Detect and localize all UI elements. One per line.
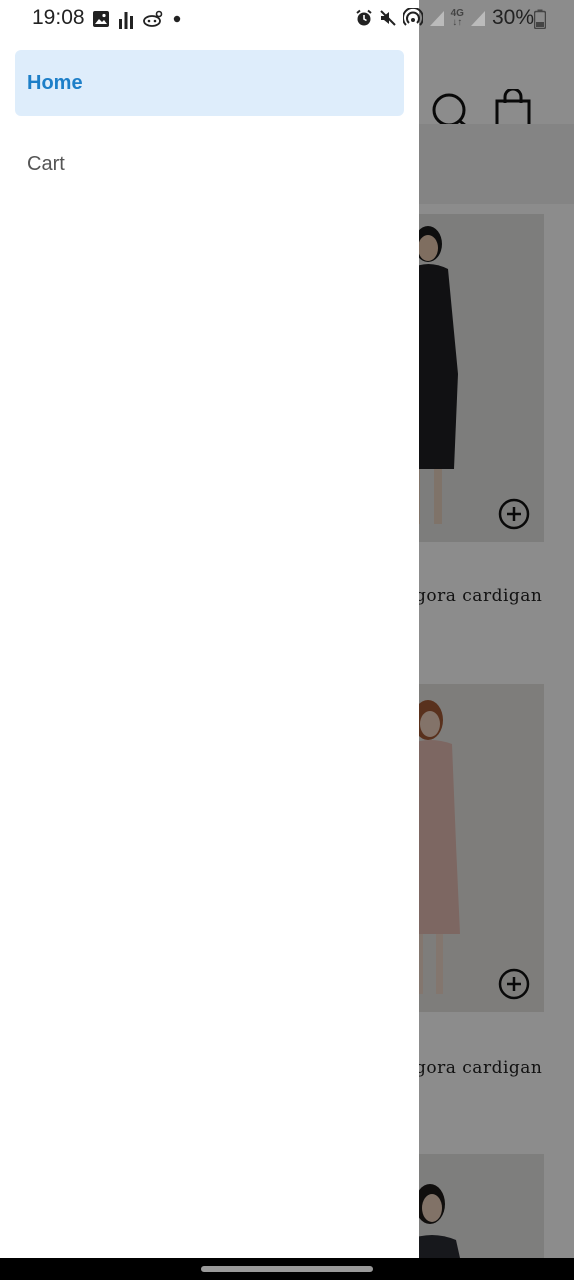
status-bar: 19:08 4G ↓↑ 30% [0, 0, 574, 36]
alarm-icon [355, 9, 372, 26]
network-type-label: 4G [450, 8, 464, 19]
drawer-item-label: Home [27, 71, 83, 94]
status-time: 19:08 [32, 6, 85, 29]
image-icon [93, 11, 109, 27]
system-navigation-bar [0, 1258, 574, 1280]
dot-icon [173, 15, 181, 23]
navigation-drawer: Home Cart [0, 0, 419, 1258]
drawer-item-cart[interactable]: Cart [15, 131, 404, 197]
app-notification-icon [143, 10, 163, 27]
cell-signal-icon-2 [470, 11, 485, 26]
cell-signal-icon [429, 11, 444, 26]
hotspot-icon [402, 8, 423, 26]
drawer-item-home[interactable]: Home [15, 50, 404, 116]
battery-icon [534, 9, 546, 29]
system-status-icons: 4G ↓↑ 30% [355, 6, 534, 30]
home-gesture-handle[interactable] [201, 1266, 373, 1272]
mute-icon [379, 10, 396, 26]
notification-icons [92, 8, 182, 30]
network-type: 4G ↓↑ [450, 8, 464, 28]
drawer-item-label: Cart [27, 152, 65, 175]
signal-bars-icon [119, 12, 133, 29]
battery-percentage: 30% [491, 6, 534, 29]
